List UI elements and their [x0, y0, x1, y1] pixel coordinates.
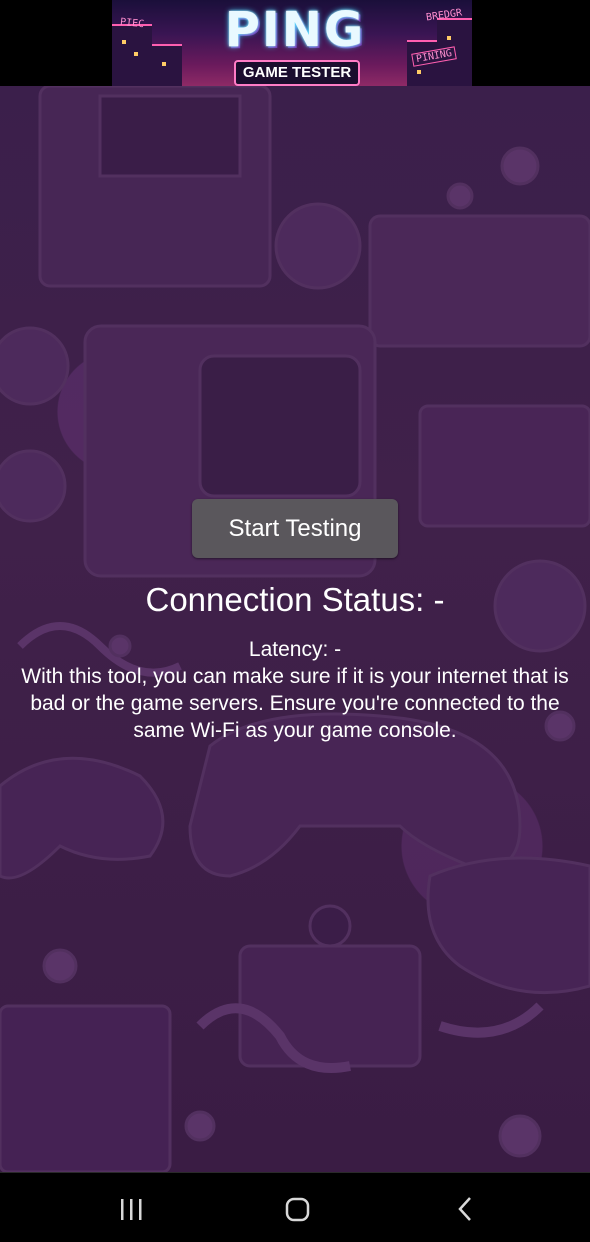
ball-shape: [274, 202, 362, 290]
logo-sign-left: PIEC: [119, 16, 145, 31]
logo-building: [112, 24, 152, 86]
recents-icon: [121, 1199, 142, 1220]
app-header: PIEC BREDGR PINING PING GAME TESTER: [0, 0, 590, 86]
retro-gaming-pattern: [0, 86, 590, 1172]
description-text: With this tool, you can make sure if it …: [21, 665, 569, 742]
back-icon: [458, 1197, 471, 1221]
logo-window: [134, 52, 138, 56]
latency-text: Latency: -: [248, 638, 342, 661]
logo-window: [417, 70, 421, 74]
action-area: Start Testing: [0, 499, 590, 558]
back-button[interactable]: [434, 1187, 494, 1231]
app-screen: PIEC BREDGR PINING PING GAME TESTER Star…: [0, 0, 590, 1242]
controller-shape: [426, 856, 590, 995]
system-navigation-bar: [0, 1172, 590, 1242]
logo-window: [162, 62, 166, 66]
home-button[interactable]: [267, 1187, 327, 1231]
console-shape: [368, 214, 590, 348]
start-testing-button[interactable]: Start Testing: [192, 499, 398, 558]
logo-subtitle: GAME TESTER: [234, 60, 360, 86]
logo-window: [447, 36, 451, 40]
home-icon: [285, 1197, 310, 1222]
ball-shape: [0, 326, 70, 406]
recents-button[interactable]: [101, 1187, 161, 1231]
logo-title: PING: [224, 2, 366, 58]
logo-window: [122, 40, 126, 44]
arcade-cabinet-shape: [0, 1004, 172, 1172]
joystick-shape: [238, 944, 422, 1068]
app-logo: PIEC BREDGR PINING PING GAME TESTER: [112, 0, 472, 86]
background-illustration: [0, 86, 590, 1172]
controller-shape: [0, 756, 165, 880]
logo-building: [152, 44, 182, 86]
connection-status-text: Connection Status: -: [145, 581, 445, 618]
